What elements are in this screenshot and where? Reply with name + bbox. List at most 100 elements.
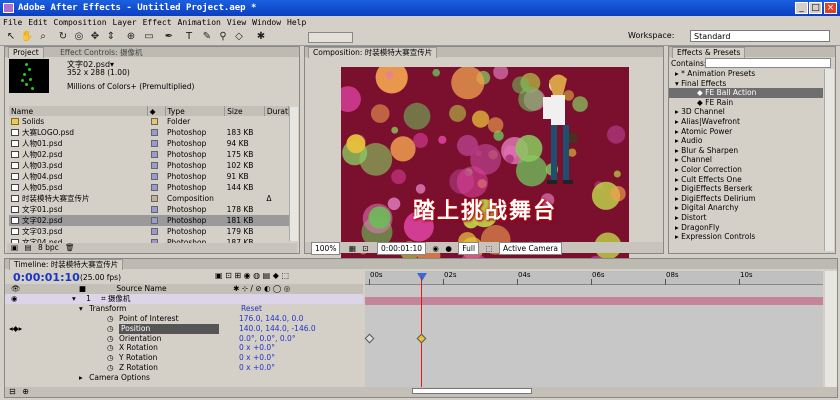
channel-icon[interactable]: ● — [445, 244, 452, 253]
project-item-row[interactable]: 人物04.psd Photoshop 91 KB — [9, 171, 289, 182]
property-value[interactable]: 176.0, 144.0, 0.0 — [239, 314, 303, 324]
project-item-row[interactable]: 时装模特大赛宣传片 Composition Δ — [9, 193, 289, 204]
property-row[interactable]: ◷ Orientation 0.0°, 0.0°, 0.0° — [5, 334, 363, 344]
effect-item[interactable]: ▸ DigiEffects Berserk — [669, 184, 823, 194]
zoom-select[interactable]: 100% — [311, 242, 341, 255]
label-swatch[interactable] — [151, 140, 159, 148]
roi-icon[interactable]: ⬚ — [485, 244, 492, 253]
project-item-row[interactable]: 文字01.psd Photoshop 178 KB — [9, 204, 289, 215]
effect-item[interactable]: ▸ Blur & Sharpen — [669, 146, 823, 156]
col-duration[interactable]: Durat — [264, 106, 290, 116]
minimize-button[interactable]: _ — [795, 2, 808, 14]
menu-window[interactable]: Window — [249, 18, 284, 27]
contains-search-input[interactable] — [705, 58, 831, 68]
menu-view[interactable]: View — [224, 18, 249, 27]
camera-options-row[interactable]: ▸ Camera Options — [5, 373, 363, 383]
timeline-scrollbar[interactable] — [825, 271, 837, 395]
trash-icon[interactable]: 🗑 — [65, 243, 75, 252]
menu-effect[interactable]: Effect — [140, 18, 175, 27]
position-keyframe[interactable] — [416, 333, 427, 344]
project-item-row[interactable]: 大赛LOGO.psd Photoshop 183 KB — [9, 127, 289, 138]
label-swatch[interactable] — [151, 151, 159, 159]
selection-tool-icon[interactable]: ↖ — [4, 30, 18, 44]
effect-item[interactable]: ▸ Cult Effects One — [669, 175, 823, 185]
safe-area-icon[interactable]: ⊡ — [362, 244, 368, 253]
project-item-row[interactable]: 人物05.psd Photoshop 144 KB — [9, 182, 289, 193]
menu-file[interactable]: File — [0, 18, 25, 27]
timeline-switches[interactable]: ▣ ⊡ ⊞ ◉ ◍ ▤ ◆ ⬚ — [215, 271, 345, 282]
label-swatch[interactable] — [151, 195, 159, 203]
visibility-icon[interactable]: ◉ — [11, 294, 18, 303]
project-item-row[interactable]: 文字02.psd Photoshop 181 KB — [9, 214, 289, 226]
layer-duration-bar[interactable] — [365, 297, 823, 305]
tab-project[interactable]: Project — [8, 47, 44, 58]
timeline-current-time[interactable]: 0:00:01:10 — [13, 271, 80, 284]
col-name[interactable]: Name — [9, 106, 148, 116]
label-swatch[interactable] — [151, 118, 159, 126]
label-swatch[interactable] — [151, 173, 159, 181]
label-swatch[interactable] — [151, 162, 159, 170]
track-xy-icon[interactable]: ✥ — [88, 30, 102, 44]
time-ruler[interactable]: 00s 02s 04s 06s 08s 10s — [365, 271, 823, 285]
stopwatch-icon[interactable]: ◷ — [107, 353, 114, 363]
maximize-button[interactable]: □ — [809, 2, 822, 14]
effect-item[interactable]: ▸ Alias|Wavefront — [669, 117, 823, 127]
bpc-label[interactable]: 8 bpc — [38, 243, 59, 252]
tab-effects-presets[interactable]: Effects & Presets — [672, 47, 746, 58]
layer-row-camera[interactable]: ◉ ▾ 1 ⌗ 摄像机 — [5, 294, 363, 304]
label-swatch[interactable] — [151, 184, 159, 192]
eraser-tool-icon[interactable]: ◇ — [232, 30, 246, 44]
stopwatch-icon[interactable]: ◷ — [107, 334, 114, 344]
effect-item[interactable]: ◆ FE Ball Action — [669, 88, 823, 98]
property-row[interactable]: ◷ Point of Interest 176.0, 144.0, 0.0 — [5, 314, 363, 324]
property-row[interactable]: ◂◆▸ ◷ Position 140.0, 144.0, -146.0 — [5, 323, 363, 334]
effect-item[interactable]: ▸ Channel — [669, 155, 823, 165]
layer-name[interactable]: 摄像机 — [108, 294, 131, 303]
label-swatch[interactable] — [151, 129, 159, 137]
project-item-row[interactable]: 文字03.psd Photoshop 179 KB — [9, 226, 289, 237]
resolution-select[interactable]: Full — [458, 242, 480, 255]
close-button[interactable]: × — [824, 2, 837, 14]
toggle-modes-icon[interactable]: ⊕ — [22, 387, 29, 396]
zoom-slider[interactable] — [411, 388, 532, 394]
expand-layer-icon[interactable]: ▾ — [72, 294, 76, 303]
camera-select[interactable]: Active Camera — [498, 242, 562, 255]
brush-tool-icon[interactable]: ✎ — [200, 30, 214, 44]
effect-item[interactable]: ◆ FE Rain — [669, 98, 823, 108]
property-value[interactable]: 0 x +0.0° — [239, 353, 275, 363]
property-value[interactable]: 140.0, 144.0, -146.0 — [239, 324, 316, 334]
toggle-switches-icon[interactable]: ⊟ — [9, 387, 16, 396]
reset-link[interactable]: Reset — [241, 304, 262, 314]
effect-item[interactable]: ▸ DragonFly — [669, 223, 823, 233]
menu-animation[interactable]: Animation — [175, 18, 224, 27]
effect-item[interactable]: ▸ Digital Anarchy — [669, 203, 823, 213]
menu-help[interactable]: Help — [284, 18, 309, 27]
property-value[interactable]: 0 x +0.0° — [239, 363, 275, 373]
transform-row[interactable]: ▾ Transform Reset — [5, 304, 363, 314]
effect-item[interactable]: ▸ Atomic Power — [669, 127, 823, 137]
project-item-row[interactable]: 人物01.psd Photoshop 94 KB — [9, 138, 289, 149]
tab-effect-controls[interactable]: Effect Controls: 摄像机 — [60, 48, 142, 57]
effects-scrollbar[interactable] — [824, 69, 834, 251]
stopwatch-icon[interactable]: ◷ — [107, 343, 114, 353]
property-value[interactable]: 0.0°, 0.0°, 0.0° — [239, 334, 296, 344]
stopwatch-icon[interactable]: ◷ — [107, 324, 114, 334]
project-item-row[interactable]: 人物02.psd Photoshop 175 KB — [9, 149, 289, 160]
project-item-row[interactable]: Solids Folder — [9, 116, 289, 127]
puppet-tool-icon[interactable]: ✱ — [254, 30, 268, 44]
menu-layer[interactable]: Layer — [110, 18, 140, 27]
new-comp-icon[interactable]: ▤ — [24, 243, 31, 252]
effect-item[interactable]: ▸ DigiEffects Delirium — [669, 194, 823, 204]
property-value[interactable]: 0 x +0.0° — [239, 343, 275, 353]
orbit-camera-icon[interactable]: ◎ — [72, 30, 86, 44]
source-name-header[interactable]: Source Name — [116, 284, 166, 293]
position-keyframe-start[interactable] — [364, 333, 375, 344]
tab-timeline[interactable]: Timeline: 时装模特大赛宣传片 — [9, 259, 124, 270]
col-type[interactable]: Type — [165, 106, 226, 116]
mask-tool-icon[interactable]: ▭ — [142, 30, 156, 44]
label-swatch[interactable] — [151, 228, 159, 236]
folder-icon[interactable]: ▣ — [11, 243, 18, 252]
effect-item[interactable]: ▾ Final Effects — [669, 79, 823, 89]
tab-composition[interactable]: Composition: 时装模特大赛宣传片 — [308, 47, 438, 58]
snapshot-icon[interactable]: ◉ — [432, 244, 439, 253]
